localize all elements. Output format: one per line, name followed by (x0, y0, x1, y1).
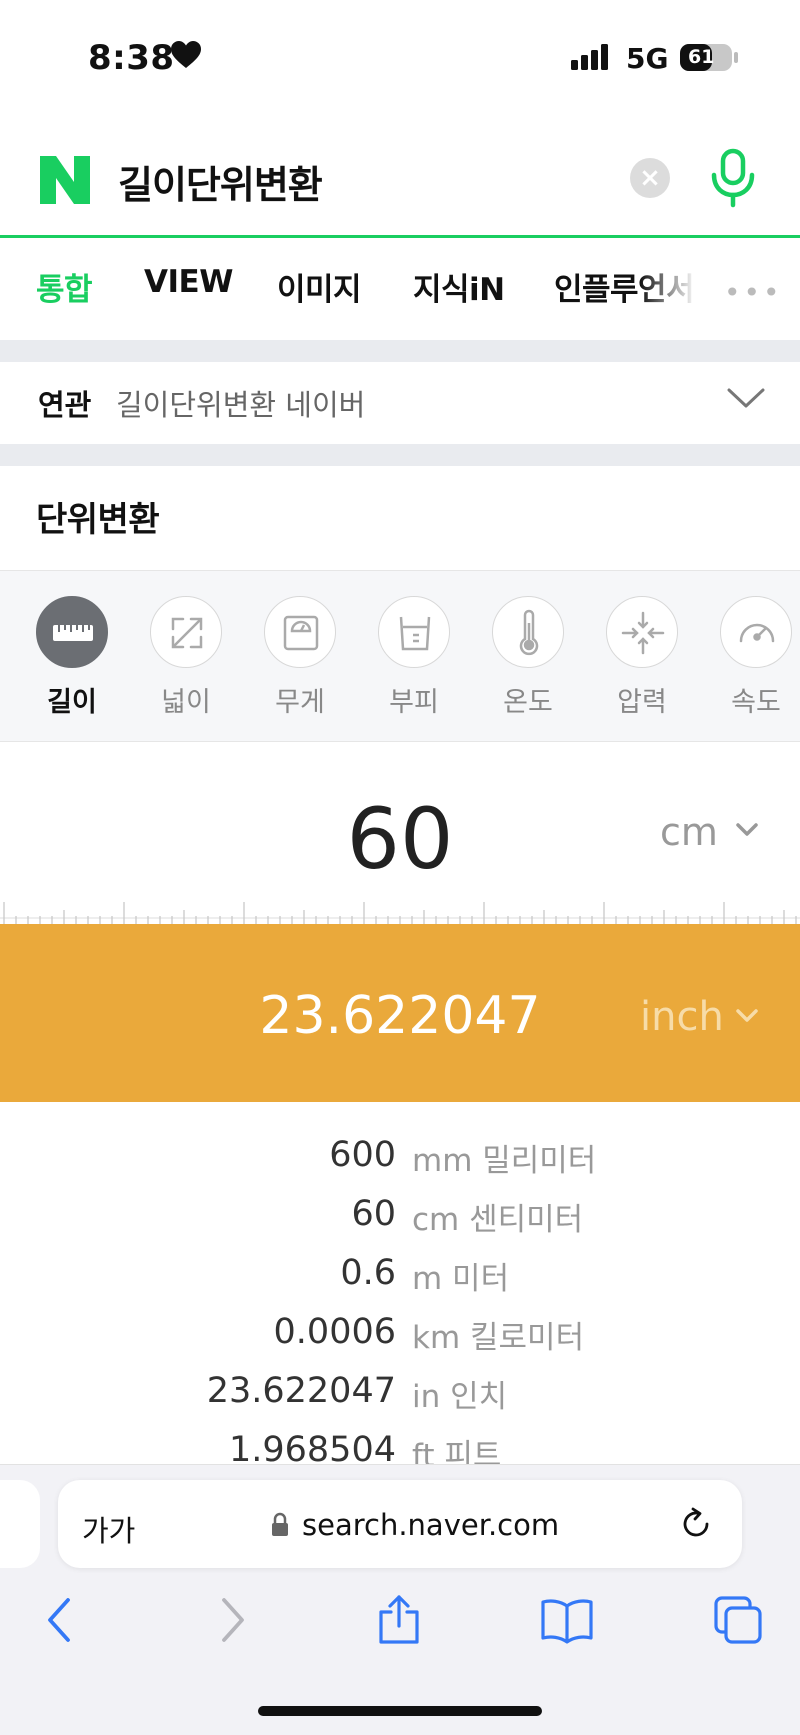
result-item-unit: cm 센티미터 (412, 1202, 584, 1238)
input-unit-select[interactable]: cm (660, 810, 718, 854)
network-type: 5G (626, 42, 669, 75)
search-input[interactable]: 길이단위변환 (118, 154, 323, 209)
tab-fade (640, 250, 720, 310)
result-item-value: 0.0006 (273, 1312, 396, 1352)
result-item-value: 60 (351, 1194, 396, 1234)
category-label-weight[interactable]: 무게 (250, 680, 350, 719)
category-label-volume[interactable]: 부피 (364, 680, 464, 719)
url-text[interactable]: search.naver.com (302, 1508, 559, 1542)
result-item-value: 600 (329, 1135, 396, 1175)
lock-icon (270, 1512, 290, 1542)
share-icon[interactable] (376, 1594, 422, 1650)
list-item: 0.6 m 미터 (0, 1253, 800, 1311)
scale-icon[interactable] (264, 596, 336, 668)
text-size-button[interactable]: 가가 (82, 1508, 135, 1550)
back-icon[interactable] (44, 1594, 76, 1650)
home-indicator (258, 1706, 542, 1716)
section-divider (0, 340, 800, 362)
tab-view[interactable]: VIEW (144, 264, 233, 300)
thermometer-icon[interactable] (492, 596, 564, 668)
result-item-value: 23.622047 (206, 1371, 396, 1411)
result-item-unit: in 인치 (412, 1379, 508, 1415)
result-item-unit: mm 밀리미터 (412, 1143, 597, 1179)
speedometer-icon[interactable] (720, 596, 792, 668)
tab-images[interactable]: 이미지 (277, 264, 362, 309)
tabs-icon[interactable] (712, 1594, 764, 1650)
reload-icon[interactable] (678, 1506, 714, 1546)
result-unit-select[interactable]: inch (640, 994, 724, 1040)
status-time: 8:38 (88, 38, 175, 78)
list-item: 23.622047 in 인치 (0, 1371, 800, 1429)
previous-tab-preview[interactable] (0, 1480, 40, 1568)
related-query-link[interactable]: 길이단위변환 네이버 (116, 382, 365, 424)
tab-knowledge-in[interactable]: 지식iN (413, 264, 505, 309)
close-icon[interactable]: × (630, 158, 670, 198)
bookmarks-icon[interactable] (540, 1594, 594, 1650)
category-label-length[interactable]: 길이 (22, 680, 122, 719)
ruler-icon[interactable] (36, 596, 108, 668)
related-label: 연관 (38, 388, 92, 422)
heart-icon (170, 40, 202, 74)
ruler-scale[interactable] (0, 896, 800, 924)
card-title: 단위변환 (36, 500, 160, 540)
expand-icon[interactable] (150, 596, 222, 668)
compress-icon[interactable] (606, 596, 678, 668)
battery-cap (734, 52, 738, 63)
forward-icon[interactable] (216, 1594, 248, 1650)
chevron-down-icon[interactable] (726, 386, 766, 414)
list-item: 0.0006 km 킬로미터 (0, 1312, 800, 1370)
category-label-speed[interactable]: 속도 (706, 680, 800, 719)
result-item-unit: km 킬로미터 (412, 1320, 585, 1356)
microphone-icon[interactable] (708, 148, 758, 212)
naver-logo[interactable] (40, 156, 90, 208)
list-item: 600 mm 밀리미터 (0, 1135, 800, 1193)
category-label-temperature[interactable]: 온도 (478, 680, 578, 719)
chevron-down-icon[interactable] (735, 822, 759, 842)
more-tabs-button[interactable]: ••• (724, 276, 783, 309)
beaker-icon[interactable] (378, 596, 450, 668)
list-item: 60 cm 센티미터 (0, 1194, 800, 1252)
category-label-pressure[interactable]: 압력 (592, 680, 692, 719)
tab-all[interactable]: 통합 (36, 264, 93, 309)
section-divider (0, 444, 800, 466)
result-item-unit: m 미터 (412, 1261, 510, 1297)
cell-signal-icon (571, 44, 611, 74)
battery-level: 61 (688, 46, 715, 68)
result-item-value: 0.6 (340, 1253, 396, 1293)
chevron-down-icon[interactable] (735, 1008, 759, 1028)
battery-icon: 61 (680, 44, 732, 71)
category-label-area[interactable]: 넓이 (136, 680, 236, 719)
